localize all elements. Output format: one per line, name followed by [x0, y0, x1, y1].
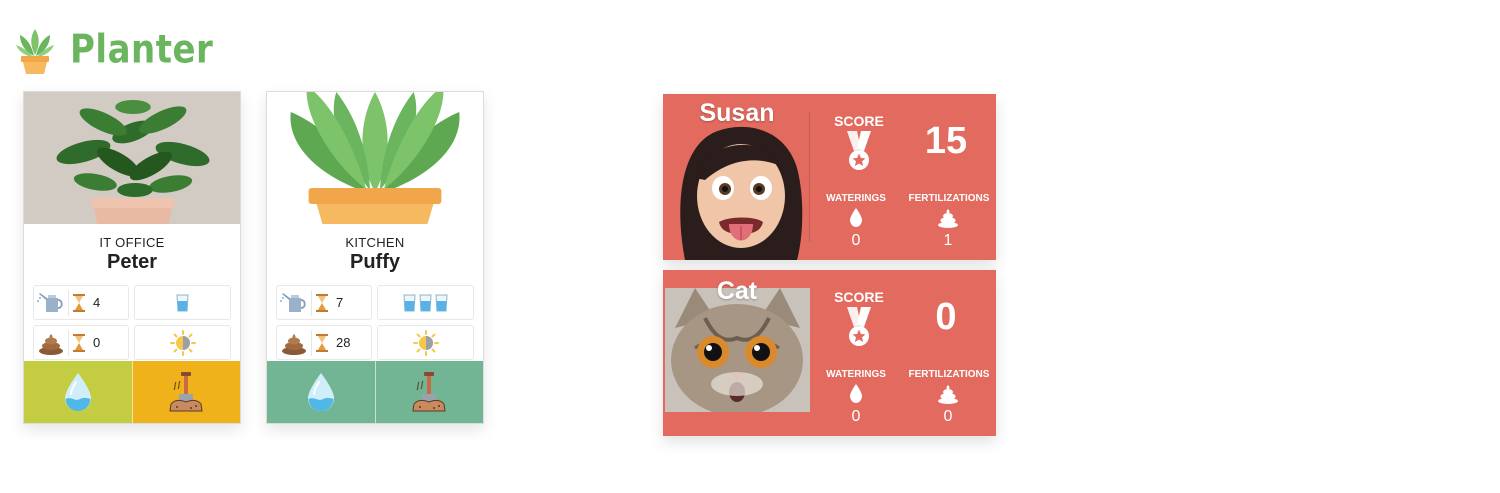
half-sun-icon	[412, 329, 439, 356]
plant-room: KITCHEN	[345, 235, 405, 250]
medal-icon	[847, 307, 871, 346]
fertilizations-count: 1	[943, 232, 953, 249]
waterings-label: WATERINGS	[826, 193, 886, 204]
medal-icon	[847, 131, 871, 170]
water-drop-icon	[850, 384, 862, 403]
half-sun-icon	[169, 329, 196, 356]
watering-interval: 4	[33, 285, 129, 320]
shovel-soil-icon	[412, 372, 446, 412]
fertilizer-icon	[938, 209, 958, 228]
water-glass-icon	[419, 294, 432, 311]
potted-plant-icon	[16, 29, 54, 74]
plant-name: Peter	[106, 251, 158, 273]
separator	[311, 289, 312, 316]
plant-card: KITCHEN Puffy 7 28	[266, 91, 484, 424]
watering-can-icon	[280, 292, 306, 312]
light-requirement	[134, 325, 231, 360]
fertilize-plant-button[interactable]	[374, 361, 483, 423]
water-amount	[377, 285, 474, 320]
waterings-label: WATERINGS	[826, 369, 886, 380]
watering-stats: 4	[33, 285, 231, 320]
plant-photo	[24, 92, 240, 224]
hourglass-icon	[316, 333, 328, 352]
water-glass-icon	[403, 294, 416, 311]
water-plant-button[interactable]	[24, 361, 132, 423]
watering-interval: 7	[276, 285, 372, 320]
hourglass-icon	[73, 333, 85, 352]
waterings-count: 0	[851, 408, 861, 425]
fertilizer-icon	[282, 333, 306, 355]
user-name: Cat	[716, 277, 758, 305]
fertilizing-interval: 28	[276, 325, 372, 360]
plant-actions	[267, 361, 483, 423]
plant-illustration	[267, 92, 483, 224]
plant-room: IT OFFICE	[99, 235, 165, 250]
fertilizations-label: FERTILIZATIONS	[908, 193, 990, 204]
user-avatar	[665, 288, 810, 412]
score-label: SCORE	[834, 289, 884, 305]
user-name: Susan	[699, 99, 775, 127]
app-header: Planter	[14, 24, 213, 76]
plant-actions	[24, 361, 240, 423]
shovel-soil-icon	[169, 372, 203, 412]
watering-days: 7	[336, 295, 344, 310]
fertilizing-days: 0	[93, 335, 101, 350]
separator	[311, 329, 312, 356]
separator	[68, 329, 69, 356]
score-value: 0	[935, 296, 957, 338]
card-divider	[809, 112, 810, 242]
water-drop-icon	[307, 373, 334, 411]
watering-can-icon	[37, 292, 63, 312]
plant-name: Puffy	[350, 251, 400, 273]
fertilizations-label: FERTILIZATIONS	[908, 369, 990, 380]
water-drop-icon	[64, 373, 91, 411]
hourglass-icon	[316, 293, 328, 312]
light-requirement	[377, 325, 474, 360]
waterings-count: 0	[851, 232, 861, 249]
separator	[68, 289, 69, 316]
plant-card: IT OFFICE Peter 4 0	[23, 91, 241, 424]
water-glass-icon	[176, 294, 189, 311]
user-avatar	[665, 118, 810, 260]
app-title: Planter	[70, 27, 214, 73]
score-label: SCORE	[834, 113, 884, 129]
user-score-card: Susan SCORE 15 WATERINGS FERTILIZATIONS …	[663, 94, 996, 260]
fertilizer-icon	[39, 333, 63, 355]
fertilize-plant-button[interactable]	[131, 361, 240, 423]
fertilizing-interval: 0	[33, 325, 129, 360]
fertilizing-days: 28	[336, 335, 351, 350]
score-value: 15	[924, 120, 968, 162]
fertilizer-icon	[938, 385, 958, 404]
watering-days: 4	[93, 295, 101, 310]
watering-stats: 7	[276, 285, 474, 320]
fertilizing-stats: 28	[276, 325, 474, 360]
water-amount	[134, 285, 231, 320]
user-score-card: Cat SCORE 0 WATERINGS FERTILIZATIONS 0 0	[663, 270, 996, 436]
water-drop-icon	[850, 208, 862, 227]
fertilizing-stats: 0	[33, 325, 231, 360]
water-plant-button[interactable]	[267, 361, 375, 423]
fertilizations-count: 0	[943, 408, 953, 425]
hourglass-icon	[73, 293, 85, 312]
water-glass-icon	[435, 294, 448, 311]
